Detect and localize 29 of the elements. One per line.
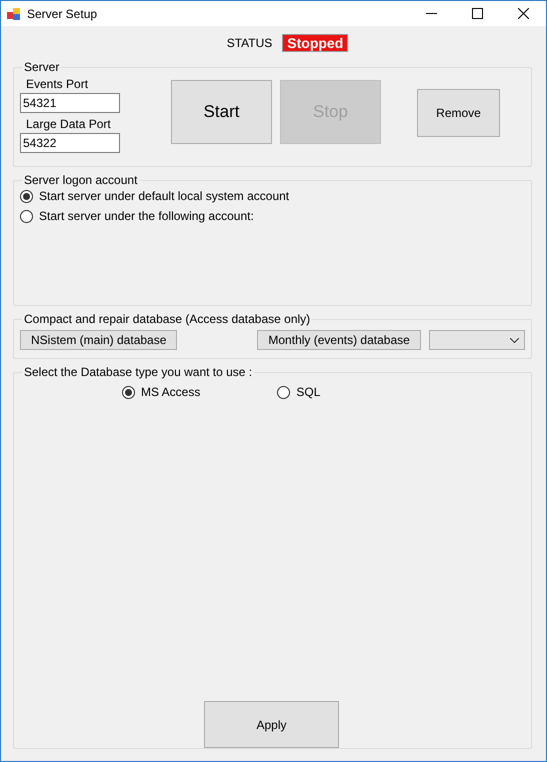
field-label: Large Data Port: [25, 117, 112, 131]
group-title: Server logon account: [24, 173, 138, 187]
radio-button[interactable]: [20, 190, 33, 202]
group-title: Compact and repair database (Access database only): [24, 312, 310, 326]
compact-button[interactable]: NSistem (main) database: [20, 330, 178, 350]
chevron-icon: [510, 338, 519, 342]
account-option[interactable]: Start server under default local system account: [20, 189, 525, 203]
group-title: Server: [24, 60, 60, 74]
status-value: Stopped: [282, 34, 348, 52]
window-title: Server Setup: [27, 6, 98, 20]
port-field[interactable]: 54322: [20, 133, 120, 153]
radio-button[interactable]: [277, 386, 290, 398]
close-icon[interactable]: [518, 8, 528, 19]
port-field[interactable]: 54321: [20, 93, 120, 113]
group-title: Select the Database type you want to use :: [24, 365, 252, 379]
database-option[interactable]: MS Access: [122, 385, 200, 399]
server-button[interactable]: Start: [171, 80, 272, 144]
server-button[interactable]: Remove: [417, 89, 500, 137]
status-label: STATUS: [226, 36, 272, 50]
radio-button[interactable]: [122, 386, 135, 398]
field-label: Events Port: [25, 77, 90, 91]
app-icon: [7, 6, 21, 20]
account-option[interactable]: Start server under the following account:: [20, 209, 525, 223]
radio-button[interactable]: [20, 210, 33, 222]
minimize-icon[interactable]: [426, 13, 436, 14]
apply-button[interactable]: Apply: [204, 701, 339, 748]
compact-button[interactable]: Monthly (events) database: [257, 330, 421, 350]
database-option[interactable]: SQL: [277, 385, 320, 399]
maximize-icon[interactable]: [472, 8, 482, 19]
